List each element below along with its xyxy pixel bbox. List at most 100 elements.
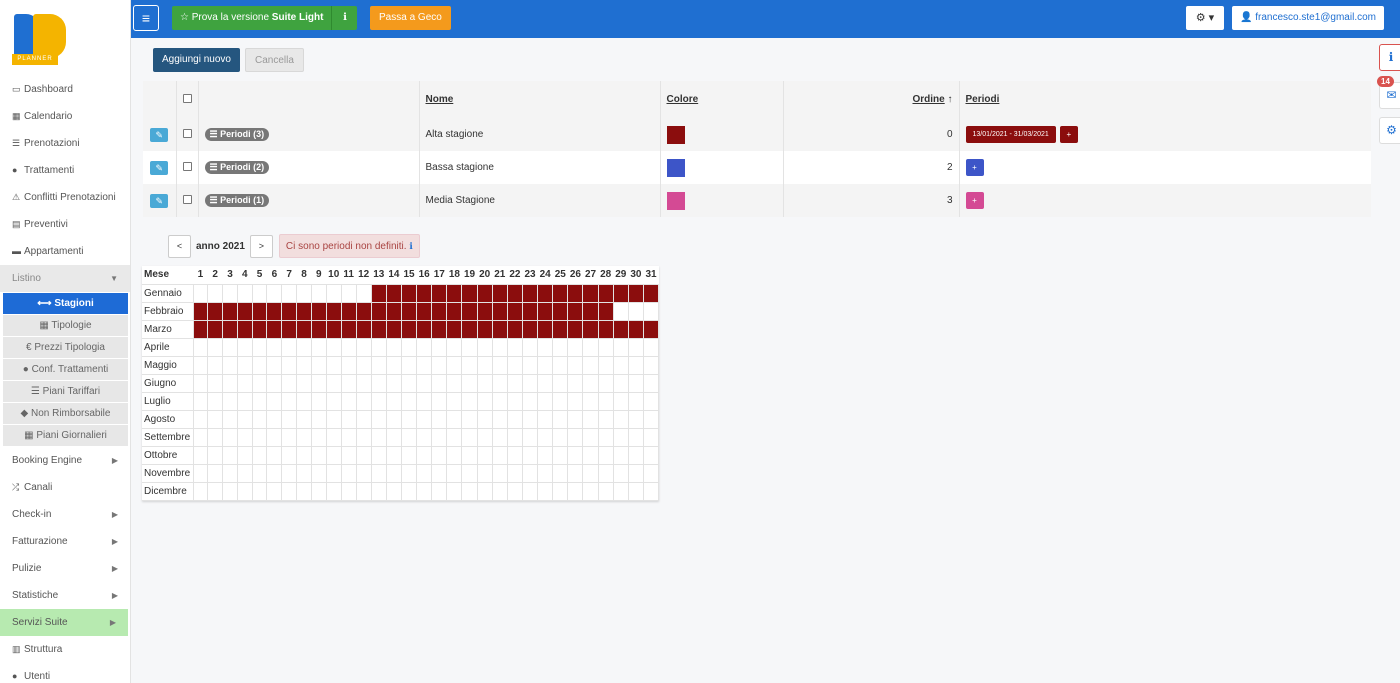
day-cell — [567, 355, 584, 375]
row-checkbox[interactable] — [182, 194, 192, 204]
periods-badge[interactable]: ☰ Periodi (2) — [204, 161, 270, 174]
column-nome[interactable]: Nome — [426, 94, 454, 105]
sidebar-subitem-non-rimborsabile[interactable]: ◆ Non Rimborsabile — [3, 403, 128, 424]
add-period-button[interactable]: + — [965, 159, 984, 176]
day-header: 3 — [227, 269, 233, 281]
day-header: 10 — [328, 269, 340, 281]
month-name: Marzo — [142, 319, 194, 339]
day-cell — [236, 319, 253, 339]
day-cell — [627, 463, 644, 483]
column-periodi[interactable]: Periodi — [966, 94, 1000, 105]
periods-badge[interactable]: ☰ Periodi (1) — [204, 194, 270, 207]
row-checkbox[interactable] — [182, 161, 192, 171]
day-cell — [476, 355, 493, 375]
sidebar-subitem-tipologie[interactable]: ▦ Tipologie — [3, 315, 128, 336]
sidebar-item-pulizie[interactable]: Pulizie ▶ — [0, 555, 130, 582]
day-cell — [207, 355, 224, 375]
day-cell — [491, 319, 508, 339]
add-period-button[interactable]: + — [1059, 126, 1078, 143]
period-range-label[interactable]: 13/01/2021 - 31/03/2021 — [965, 126, 1056, 143]
day-cell — [416, 319, 433, 339]
day-cell — [476, 283, 493, 303]
day-header: 23 — [524, 269, 536, 281]
prev-year-button[interactable]: < — [168, 234, 191, 258]
menu-toggle-button[interactable]: ≡ — [133, 5, 159, 31]
day-cell — [281, 319, 298, 339]
column-colore[interactable]: Colore — [667, 94, 699, 105]
caret-right-icon: ▶ — [109, 618, 116, 627]
edit-icon[interactable]: ✎ — [150, 193, 169, 208]
day-header: 5 — [256, 269, 263, 281]
day-cell — [461, 319, 478, 339]
select-all-checkbox[interactable] — [182, 93, 192, 103]
day-cell — [446, 373, 463, 393]
day-cell — [385, 355, 402, 375]
sidebar-item-dashboard[interactable]: ▭ Dashboard — [0, 76, 130, 103]
info-icon[interactable]: ℹ — [409, 241, 412, 251]
day-cell — [582, 373, 599, 393]
day-cell — [310, 283, 327, 303]
day-cell — [567, 463, 584, 483]
list-icon: ☰ — [209, 195, 221, 205]
sidebar-subitem-prezzi-tipologia[interactable]: € Prezzi Tipologia — [3, 337, 128, 358]
periods-badge[interactable]: ☰ Periodi (3) — [204, 128, 270, 141]
day-cell — [597, 373, 614, 393]
day-header: 22 — [509, 269, 521, 281]
edit-icon[interactable]: ✎ — [150, 127, 169, 142]
star-icon: ☆ — [180, 12, 192, 23]
row-checkbox[interactable] — [182, 128, 192, 138]
sidebar-subitem-piani-tariffari[interactable]: ☰ Piani Tariffari — [3, 381, 128, 402]
sidebar-item-check-in[interactable]: Check-in ▶ — [0, 501, 130, 528]
day-cell — [400, 427, 418, 447]
month-name: Novembre — [142, 463, 194, 483]
next-year-button[interactable]: > — [249, 234, 273, 258]
settings-dropdown-button[interactable]: ⚙ ▾ — [1186, 6, 1224, 30]
sidebar-item-statistiche[interactable]: Statistiche ▶ — [0, 582, 130, 609]
day-cell — [461, 445, 478, 465]
add-period-button[interactable]: + — [965, 192, 984, 209]
delete-button[interactable]: Cancella — [245, 48, 304, 72]
sidebar-item-booking-engine[interactable]: Booking Engine ▶ — [0, 447, 130, 474]
day-cell — [385, 337, 402, 357]
sidebar-item-calendario[interactable]: ▦ Calendario — [0, 103, 130, 130]
info-panel-tab[interactable]: ℹ — [1379, 44, 1400, 71]
month-row: Aprile — [142, 337, 660, 357]
edit-icon[interactable]: ✎ — [150, 160, 169, 175]
day-cell — [192, 373, 209, 393]
settings-panel-tab[interactable]: ⚙ — [1379, 117, 1400, 144]
add-new-button[interactable]: Aggiungi nuovo — [153, 48, 240, 72]
day-cell — [627, 301, 644, 321]
day-cell — [461, 463, 478, 483]
try-suite-button[interactable]: ☆ Prova la versione Suite Light ℹ — [172, 6, 358, 30]
sidebar-item-utenti[interactable]: ● Utenti — [0, 663, 130, 683]
sidebar-item-conflitti-prenotazioni[interactable]: ⚠ Conflitti Prenotazioni — [0, 184, 130, 211]
sidebar-item-trattamenti[interactable]: ● Trattamenti — [0, 157, 130, 184]
day-cell — [446, 337, 463, 357]
day-cell — [476, 445, 493, 465]
day-cell — [537, 481, 554, 501]
sidebar-item-listino[interactable]: Listino ▼ — [0, 265, 130, 292]
app-logo[interactable]: PLANNER — [0, 0, 130, 76]
sidebar-item-prenotazioni[interactable]: ☰ Prenotazioni — [0, 130, 130, 157]
sidebar-item-struttura[interactable]: ▥ Struttura — [0, 636, 130, 663]
day-cell — [627, 427, 644, 447]
day-cell — [325, 319, 342, 339]
sidebar-item-preventivi[interactable]: ▤ Preventivi — [0, 211, 130, 238]
day-cell — [251, 427, 268, 447]
sidebar-subitem-stagioni[interactable]: ⟷ Stagioni — [3, 293, 128, 314]
sidebar-subitem-piani-giornalieri[interactable]: ▦ Piani Giornalieri — [3, 425, 128, 446]
day-cell — [642, 445, 660, 465]
day-cell — [537, 463, 554, 483]
sidebar-item-servizi-suite[interactable]: Servizi Suite ▶ — [0, 609, 128, 636]
month-name: Gennaio — [142, 283, 194, 303]
sidebar-item-fatturazione[interactable]: Fatturazione ▶ — [0, 528, 130, 555]
switch-geco-button[interactable]: Passa a Geco — [370, 6, 451, 30]
sidebar-item-canali[interactable]: ⤮ Canali — [0, 474, 130, 501]
day-cell — [567, 391, 584, 411]
user-menu-button[interactable]: 👤 francesco.ste1@gmail.com — [1232, 6, 1384, 30]
sidebar-subitem-conf-trattamenti[interactable]: ● Conf. Trattamenti — [3, 359, 128, 380]
column-ordine[interactable]: Ordine — [912, 94, 944, 105]
info-icon[interactable]: ℹ — [331, 6, 357, 30]
sidebar-item-appartamenti[interactable]: ▬ Appartamenti — [0, 238, 130, 265]
day-cell — [567, 427, 584, 447]
